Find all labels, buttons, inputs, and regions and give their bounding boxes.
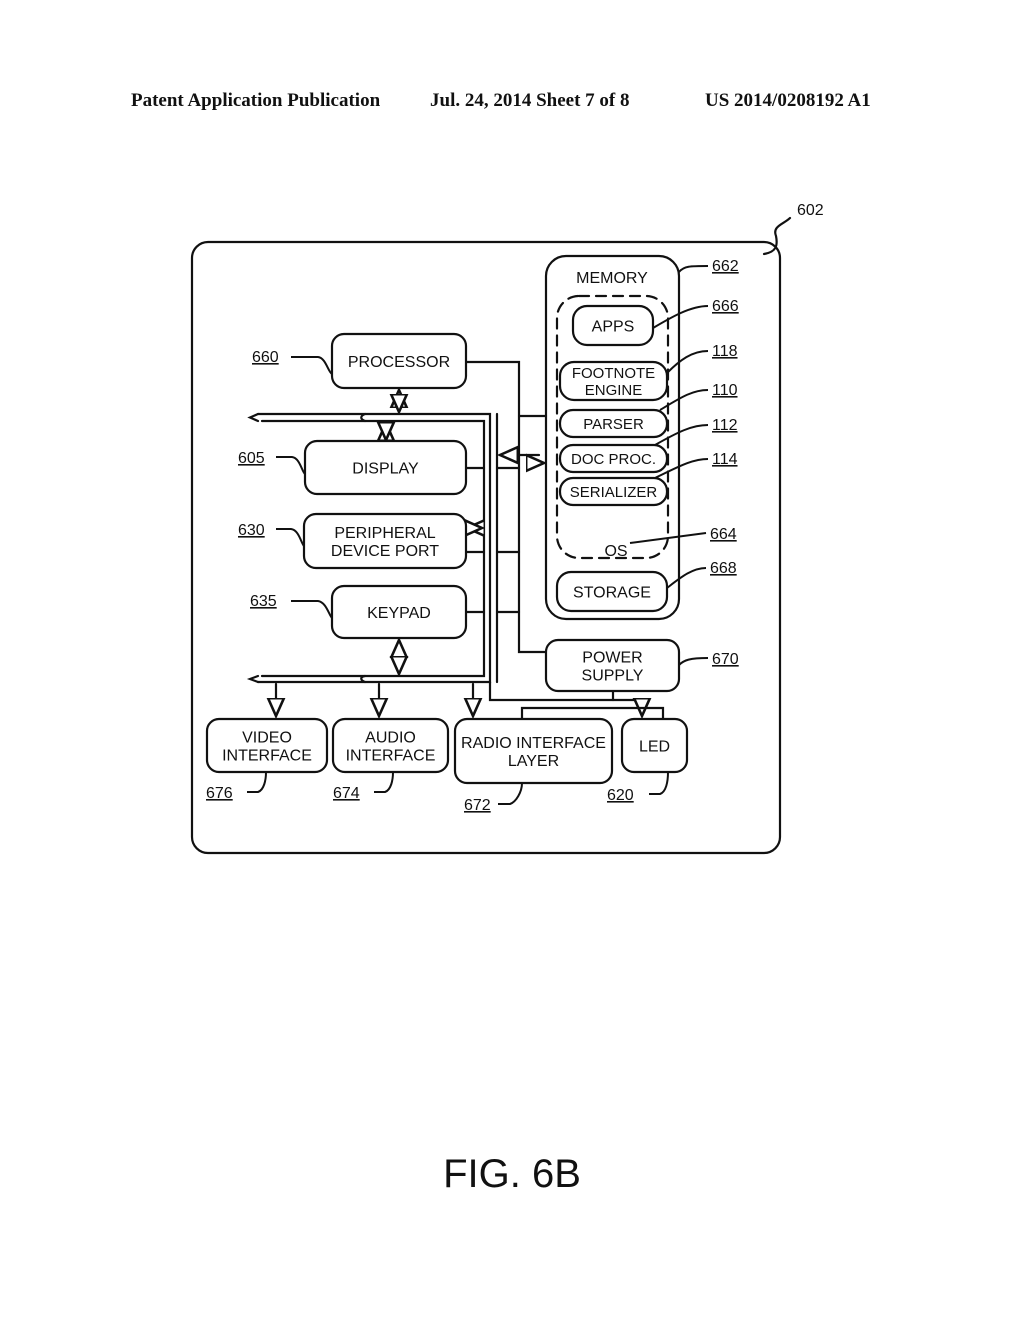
peripheral-label: PERIPHERAL <box>334 525 435 542</box>
device-ref-numeral: 602 <box>797 202 824 219</box>
processor-ref-numeral: 660 <box>252 349 279 366</box>
peripheral-block: PERIPHERALDEVICE PORT <box>302 512 468 570</box>
apps-label: APPS <box>592 318 635 335</box>
processor-label: PROCESSOR <box>348 354 450 371</box>
peripheral-ref-numeral: 630 <box>238 522 265 539</box>
apps-leader-line <box>652 305 709 329</box>
radio-leader-line <box>498 782 523 805</box>
memory-leader-line <box>678 265 709 273</box>
figure-caption: FIG. 6B <box>443 1152 581 1196</box>
footnote-ref-numeral: 118 <box>712 343 738 360</box>
os-label: OS <box>604 543 627 560</box>
power-ref-numeral: 670 <box>712 651 739 668</box>
audio-leader-line <box>374 771 394 793</box>
block-diagram: PROCESSOR DISPLAY PERIPHERALDEVICE PORT KEY… <box>190 202 824 855</box>
audio-ref-numeral: 674 <box>333 785 360 802</box>
led-block: LED <box>620 717 689 774</box>
docproc-label: DOC PROC. <box>571 451 656 468</box>
os-block: OS <box>604 543 627 560</box>
power-label: POWER <box>582 649 642 666</box>
power-label: SUPPLY <box>582 667 644 684</box>
led-ref-numeral: 620 <box>607 787 634 804</box>
led-label: LED <box>639 738 670 755</box>
keypad-ref-numeral: 635 <box>250 593 277 610</box>
display-block: DISPLAY <box>303 439 468 496</box>
video-leader-line <box>247 771 267 793</box>
radio-ref-numeral: 672 <box>464 797 491 814</box>
processor-block: PROCESSOR <box>330 332 468 390</box>
radio-label: LAYER <box>508 753 559 770</box>
serializer-ref-numeral: 114 <box>712 451 738 468</box>
led-leader-line <box>649 771 669 795</box>
display-leader-line <box>276 456 306 475</box>
power-block: POWERSUPPLY <box>544 638 681 693</box>
processor-leader-line <box>291 356 333 375</box>
storage-leader-line <box>666 567 707 589</box>
audio-label: INTERFACE <box>346 747 436 764</box>
video-ref-numeral: 676 <box>206 785 233 802</box>
parser-ref-numeral: 110 <box>712 382 738 399</box>
display-ref-numeral: 605 <box>238 450 265 467</box>
audio-label: AUDIO <box>365 729 416 746</box>
keypad-leader-line <box>291 600 333 619</box>
memory-label: MEMORY <box>576 270 648 287</box>
footnote-leader-line <box>666 350 709 374</box>
keypad-block: KEYPAD <box>330 584 468 640</box>
parser-block: PARSER <box>558 408 669 439</box>
docproc-ref-numeral: 112 <box>712 417 738 434</box>
radio-label: RADIO INTERFACE <box>461 735 606 752</box>
peripheral-label: DEVICE PORT <box>331 543 439 560</box>
keypad-label: KEYPAD <box>367 605 431 622</box>
docproc-block: DOC PROC. <box>558 443 669 474</box>
audio-block: AUDIOINTERFACE <box>331 717 450 774</box>
memory-block: MEMORY <box>576 270 648 287</box>
display-label: DISPLAY <box>352 460 419 477</box>
storage-label: STORAGE <box>573 584 651 601</box>
storage-ref-numeral: 668 <box>710 560 737 577</box>
footnote-label: FOOTNOTE <box>572 365 655 382</box>
video-block: VIDEOINTERFACE <box>205 717 329 774</box>
apps-ref-numeral: 666 <box>712 298 739 315</box>
parser-label: PARSER <box>583 416 644 433</box>
serializer-block: SERIALIZER <box>558 476 669 507</box>
os-ref-numeral: 664 <box>710 526 737 543</box>
apps-block: APPS <box>571 304 655 347</box>
serializer-label: SERIALIZER <box>570 484 658 501</box>
footnote-label: ENGINE <box>585 382 643 399</box>
video-label: VIDEO <box>242 729 292 746</box>
power-leader-line <box>678 657 709 666</box>
peripheral-leader-line <box>276 528 305 547</box>
video-label: INTERFACE <box>222 747 312 764</box>
radio-block: RADIO INTERFACELAYER <box>453 717 614 785</box>
footnote-block: FOOTNOTEENGINE <box>558 360 669 402</box>
storage-block: STORAGE <box>555 570 669 613</box>
memory-ref-numeral: 662 <box>712 258 739 275</box>
